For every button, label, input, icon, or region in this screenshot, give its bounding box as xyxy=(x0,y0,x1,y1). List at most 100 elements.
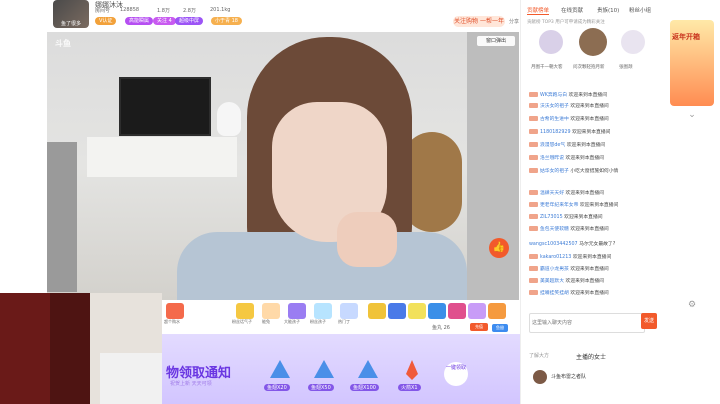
gift-label: 粉丝话气子 xyxy=(232,319,252,324)
avatar-caption: 鱼了很多 xyxy=(61,21,82,27)
one-click-claim-button[interactable]: 一键领取 xyxy=(444,362,468,386)
gift-item[interactable] xyxy=(428,303,446,319)
scene-bunny xyxy=(217,102,241,136)
fishwing-button[interactable]: 鱼翅 xyxy=(492,324,508,332)
reward-banner[interactable]: 物领取通知 祝贺上新 天天可领 鱼翅X20 鱼翅X50 鱼翅X100 火箭X1 … xyxy=(162,334,520,404)
rank-avatar[interactable] xyxy=(539,30,563,54)
banner-title: 物领取通知 xyxy=(166,366,232,381)
tag-energy[interactable]: 高能瞬属 xyxy=(125,17,154,25)
gift-item[interactable] xyxy=(368,303,386,319)
chat-user[interactable]: 鱼包天使软糖 xyxy=(540,227,569,232)
right-panel: 贡献榜单 在线贡献 贵族(10) 粉丝小组 贡献榜 TOP3 用户可申请成为精彩… xyxy=(520,0,661,404)
chat-user[interactable]: 1180182929 xyxy=(540,130,571,135)
chat-text: 欢迎来到本直播间 xyxy=(568,93,607,98)
chat-user[interactable]: 浪漫怒de气 xyxy=(540,143,565,148)
rank-name: 问次颗轻抱月新 xyxy=(573,65,605,70)
rank-note: 贡献榜 TOP3 用户可申请成为精彩关注 xyxy=(527,20,605,25)
tag-follow[interactable]: 关注 4 xyxy=(153,17,176,25)
chat-message: 洛兰哦昨说 欢迎来到本直播间 xyxy=(529,154,604,161)
chat-message: 更老年纪来年女帝 欢迎来到本直播间 xyxy=(529,201,618,208)
tab-fan-group[interactable]: 粉丝小组 xyxy=(629,6,651,14)
tag-verified[interactable]: V认证 xyxy=(95,17,117,25)
chat-user[interactable]: 沃沃女的祖子 xyxy=(540,104,569,109)
chat-text: 欢迎来到本直播间 xyxy=(570,227,609,232)
chat-message: WK奔跑与白 欢迎来到本直播间 xyxy=(529,91,607,98)
chat-message: kakaro01213 欢迎来到本直播间 xyxy=(529,253,611,260)
gift-item[interactable] xyxy=(262,303,280,319)
stat-fans: 2.8万 xyxy=(183,8,196,14)
chevron-down-icon[interactable]: ⌄ xyxy=(686,110,698,122)
tag-level[interactable]: 小于青 18 xyxy=(211,17,242,25)
share-link[interactable]: 分享 xyxy=(509,18,519,25)
gift-item[interactable] xyxy=(448,303,466,319)
rank-avatar[interactable] xyxy=(579,28,607,56)
thumbs-up-icon[interactable]: 👍 xyxy=(489,238,509,258)
gift-item[interactable] xyxy=(236,303,254,319)
chat-user[interactable]: 更老年纪来年女帝 xyxy=(540,203,578,208)
scene-tv-stand xyxy=(87,137,237,177)
fans-more-link[interactable]: 了解大方 xyxy=(529,352,549,359)
gift-item[interactable] xyxy=(288,303,306,319)
chat-text: 小吃大窗措施如何小情 xyxy=(570,169,619,174)
gift-item[interactable] xyxy=(488,303,506,319)
gift-item[interactable] xyxy=(468,303,486,319)
tab-online-contribution[interactable]: 在线贡献 xyxy=(561,6,583,14)
fan-group-name[interactable]: 斗鱼布雷之者队 xyxy=(551,373,586,380)
recharge-button[interactable]: 充值 xyxy=(470,323,488,331)
fan-group-avatar[interactable] xyxy=(533,370,547,384)
chat-user[interactable]: 洛兰哦昨说 xyxy=(540,156,564,161)
send-button[interactable]: 发送 xyxy=(641,313,657,329)
chat-user[interactable]: wangsc1003442507 xyxy=(529,242,578,247)
chat-user[interactable]: 挂嘴挂笑挂胡 xyxy=(540,291,569,296)
chat-user[interactable]: 姑华女的祖子 xyxy=(540,169,569,174)
chat-input[interactable] xyxy=(529,313,645,333)
room-id: 128858 xyxy=(120,7,140,13)
gift-item[interactable] xyxy=(388,303,406,319)
settings-icon[interactable]: ⚙ xyxy=(686,300,698,312)
chat-user[interactable]: ZIL73015 xyxy=(540,215,563,220)
side-toolbar: × 返年开箱 ⌄ ⚙ xyxy=(660,0,720,404)
gift-item[interactable] xyxy=(408,303,426,319)
gift-item[interactable] xyxy=(314,303,332,319)
popout-window-button[interactable]: 窗口弹出 xyxy=(477,36,515,46)
fans-title: 主播的女士 xyxy=(576,354,607,361)
picture-in-picture-cam[interactable] xyxy=(0,293,162,404)
gift-item[interactable] xyxy=(340,303,358,319)
cam-bed xyxy=(100,353,162,404)
chat-message: 挂嘴挂笑挂胡 欢迎来到本直播间 xyxy=(529,289,609,296)
chat-text: 欢迎来到本直播间 xyxy=(572,130,611,135)
reward-item-label: 火箭X1 xyxy=(398,384,421,391)
chat-user[interactable]: 美美超默大 xyxy=(540,279,564,284)
tab-contribution-rank[interactable]: 贡献榜单 xyxy=(527,6,550,15)
fishwing-icon xyxy=(268,358,292,382)
streamer-avatar[interactable]: 鱼了很多 xyxy=(53,0,89,28)
chat-message: 1180182929 欢迎来到本直播间 xyxy=(529,128,610,135)
reward-item-label: 鱼翅X50 xyxy=(308,384,334,391)
reward-item-label: 鱼翅X20 xyxy=(264,384,290,391)
tab-nobles[interactable]: 贵族(10) xyxy=(597,6,619,14)
chat-user[interactable]: 霸道小龙男孩 xyxy=(540,267,569,272)
gift-label: 大能孩子 xyxy=(284,319,300,324)
chat-text: 欢迎来到本直播间 xyxy=(570,117,609,122)
tag-super[interactable]: 超级中屏 xyxy=(175,17,204,25)
chat-text: 欢迎来到本直播间 xyxy=(564,215,603,220)
chat-text: 欢迎来到本直播间 xyxy=(579,203,619,208)
chat-user[interactable]: kakaro01213 xyxy=(540,255,571,260)
gift-item[interactable] xyxy=(166,303,184,319)
chat-user[interactable]: 古希的生进中 xyxy=(540,117,569,122)
gift-label: 超个购水 xyxy=(164,319,180,324)
chat-message: 温肆天天好 欢迎来到本直播间 xyxy=(529,189,604,196)
rank-name: 月图千一朝大客 xyxy=(531,65,563,70)
fishball-balance: 鱼丸 26 xyxy=(432,325,450,331)
chat-text: 欢迎来到本直播间 xyxy=(565,156,604,161)
banner-subtitle: 祝贺上新 天天可领 xyxy=(170,381,212,387)
streamer-body xyxy=(177,232,467,300)
video-player[interactable]: 斗鱼 窗口弹出 👍 xyxy=(47,32,519,300)
follow-button[interactable]: 关注购物 一帮一年 xyxy=(453,16,505,27)
chat-user[interactable]: 温肆天天好 xyxy=(540,191,564,196)
rank-avatar[interactable] xyxy=(621,30,645,54)
stat-followers: 1.8万 xyxy=(157,8,170,14)
rank-name: 张图颉 xyxy=(619,65,633,70)
room-header: 鱼了很多 娜娜沐沐 房间号 128858 1.8万 2.8万 201.1kg V… xyxy=(45,0,520,32)
chat-user[interactable]: WK奔跑与白 xyxy=(540,93,567,98)
